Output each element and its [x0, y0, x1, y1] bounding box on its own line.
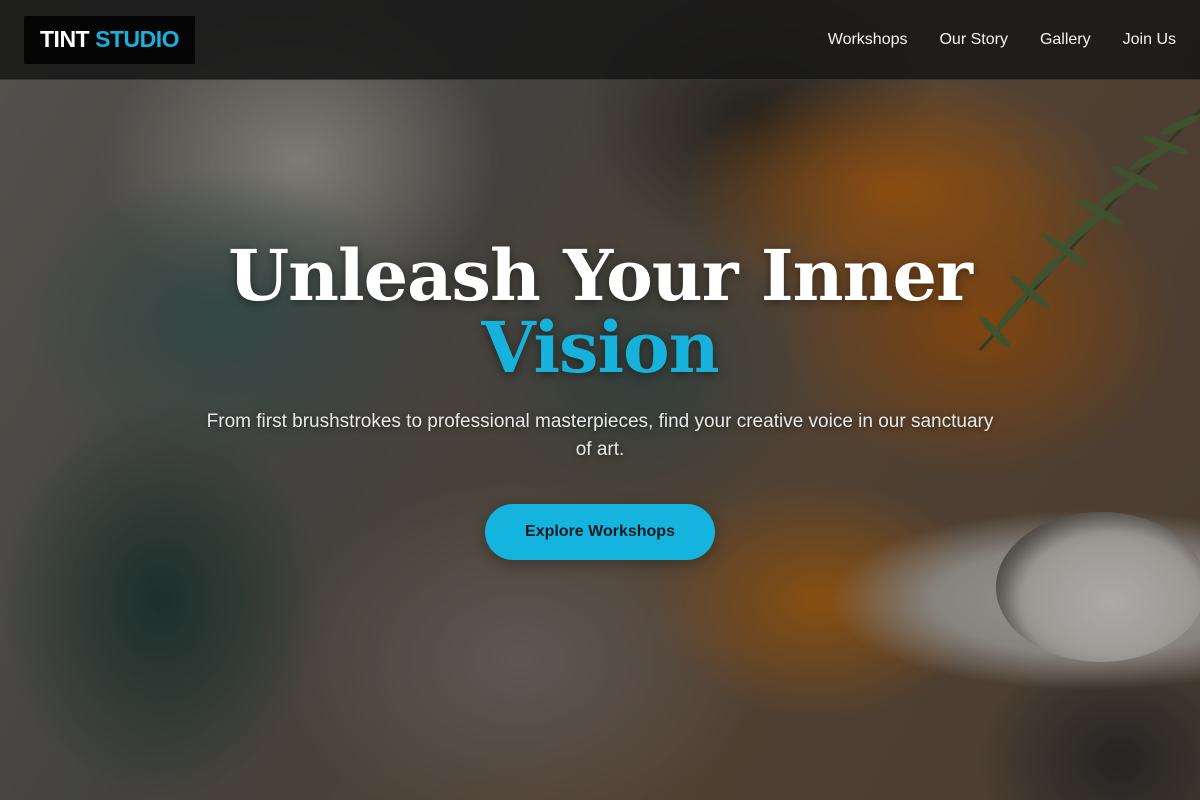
- hero-subtitle: From first brushstrokes to professional …: [206, 411, 994, 460]
- hero-section: Unleash Your Inner Vision From first bru…: [0, 80, 1200, 800]
- brand-logo[interactable]: TINT STUDIO: [24, 15, 195, 64]
- headline-line-1: Unleash Your Inner: [228, 234, 973, 317]
- explore-workshops-button[interactable]: Explore Workshops: [485, 504, 715, 560]
- nav-link-workshops[interactable]: Workshops: [828, 31, 908, 49]
- hero-headline: Unleash Your Inner Vision: [0, 240, 1200, 384]
- nav-link-join-us[interactable]: Join Us: [1123, 31, 1176, 49]
- headline-accent: Vision: [481, 306, 719, 389]
- logo-word-studio: STUDIO: [95, 26, 179, 52]
- nav-link-gallery[interactable]: Gallery: [1040, 31, 1091, 49]
- site-header: TINT STUDIO Workshops Our Story Gallery …: [0, 0, 1200, 80]
- nav-link-our-story[interactable]: Our Story: [939, 31, 1007, 49]
- logo-word-tint: TINT: [40, 26, 90, 52]
- main-nav: Workshops Our Story Gallery Join Us: [828, 31, 1176, 49]
